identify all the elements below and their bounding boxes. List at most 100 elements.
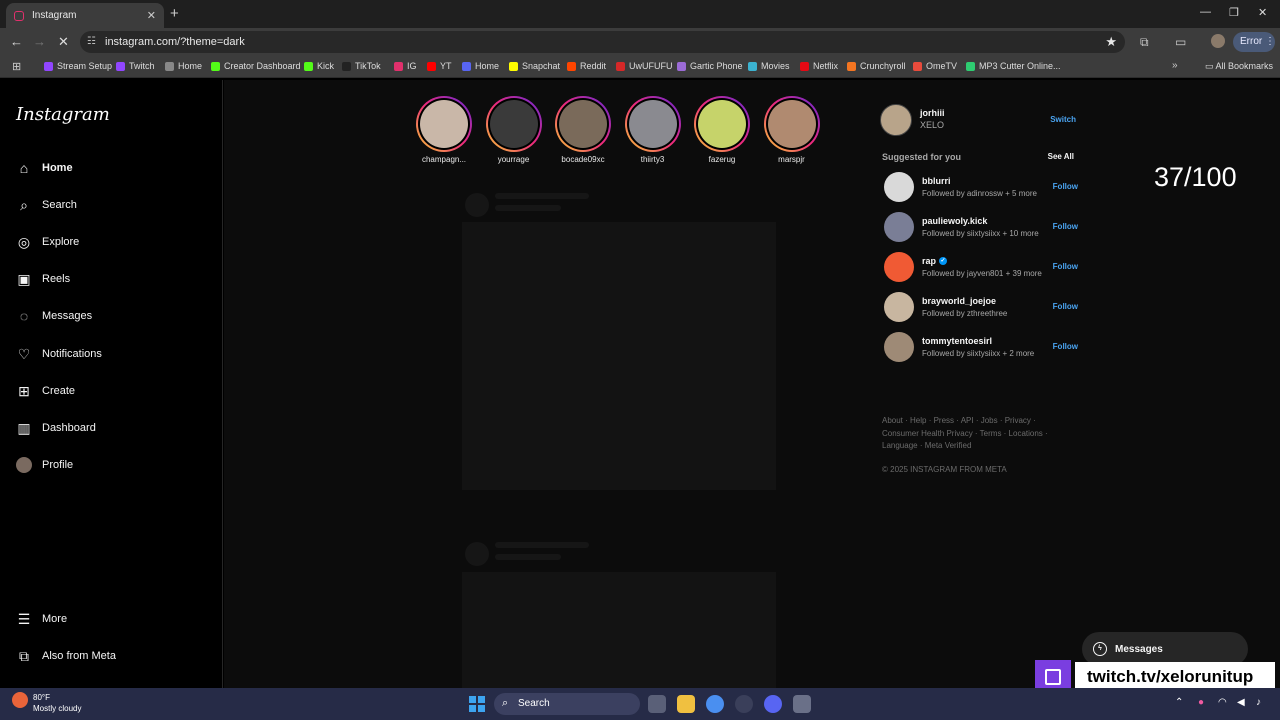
- bookmark-star-icon[interactable]: ★: [1105, 34, 1117, 50]
- bookmark-item[interactable]: IG: [394, 61, 417, 71]
- restore-icon[interactable]: ❐: [1229, 6, 1239, 19]
- bookmark-item[interactable]: Stream Setup: [44, 61, 112, 71]
- bookmark-item[interactable]: Snapchat: [509, 61, 560, 71]
- current-account-avatar[interactable]: [880, 104, 912, 136]
- microphone-icon[interactable]: ●: [1198, 697, 1204, 708]
- side-panel-icon[interactable]: ▭: [1175, 35, 1186, 49]
- suggestion-username-row[interactable]: bblurri: [922, 176, 951, 186]
- nav-also-from-meta[interactable]: ⧉ Also from Meta: [16, 648, 116, 664]
- all-bookmarks-label: All Bookmarks: [1215, 61, 1274, 71]
- bookmark-label: UwUFUFU: [629, 61, 673, 71]
- bookmark-item[interactable]: Kick: [304, 61, 334, 71]
- story-item[interactable]: fazerug: [694, 96, 750, 164]
- nav-more[interactable]: ☰ More: [16, 611, 67, 627]
- follow-button[interactable]: Follow: [1053, 222, 1078, 231]
- follow-button[interactable]: Follow: [1053, 302, 1078, 311]
- chrome-icon[interactable]: [706, 695, 724, 713]
- nav-item-profile[interactable]: Profile: [16, 457, 73, 473]
- story-item[interactable]: marspjr: [763, 96, 820, 164]
- suggestion-username-row[interactable]: rap ✓: [922, 256, 948, 266]
- all-bookmarks-button[interactable]: ▭ All Bookmarks: [1205, 61, 1273, 72]
- bookmark-favicon-icon: [342, 61, 351, 71]
- extensions-icon[interactable]: ⧉: [1140, 35, 1149, 50]
- volume-icon[interactable]: ◀: [1237, 697, 1245, 708]
- suggestion-avatar[interactable]: [884, 332, 914, 362]
- suggestion-username-row[interactable]: tommytentoesirl: [922, 336, 992, 346]
- nav-item-explore[interactable]: ◎ Explore: [16, 234, 79, 250]
- notification-bell-icon[interactable]: ♪: [1256, 697, 1261, 708]
- tray-chevron-icon[interactable]: ⌃: [1175, 697, 1183, 708]
- profile-error-button[interactable]: Error ⋮: [1233, 32, 1275, 52]
- settings-gear-icon[interactable]: [793, 695, 811, 713]
- bookmark-item[interactable]: UwUFUFU: [616, 61, 673, 71]
- back-icon[interactable]: ←: [10, 34, 23, 49]
- suggestion-username-row[interactable]: pauliewoly.kick: [922, 216, 987, 226]
- file-explorer-icon[interactable]: [677, 695, 695, 713]
- close-window-icon[interactable]: ✕: [1258, 6, 1267, 19]
- bookmark-item[interactable]: OmeTV: [913, 61, 957, 71]
- obs-icon[interactable]: [735, 695, 753, 713]
- taskbar-app-icon[interactable]: [648, 695, 666, 713]
- bookmark-item[interactable]: Movies: [748, 61, 790, 71]
- nav-item-home[interactable]: ⌂ Home: [16, 160, 73, 176]
- follow-button[interactable]: Follow: [1053, 342, 1078, 351]
- close-tab-icon[interactable]: ✕: [147, 9, 156, 22]
- browser-tab-instagram[interactable]: Instagram ✕: [6, 3, 164, 28]
- bookmark-item[interactable]: MP3 Cutter Online...: [966, 61, 1061, 71]
- bookmark-item[interactable]: Twitch: [116, 61, 155, 71]
- current-account-username[interactable]: jorhiii: [920, 108, 945, 118]
- windows-start-icon[interactable]: [469, 696, 485, 712]
- nav-item-dashboard[interactable]: ▥ Dashboard: [16, 420, 95, 436]
- discord-icon[interactable]: [764, 695, 782, 713]
- bookmark-item[interactable]: Home: [462, 61, 499, 71]
- profile-avatar: [16, 457, 32, 473]
- bookmark-item[interactable]: Reddit: [567, 61, 606, 71]
- reels-icon: ▣: [17, 270, 31, 287]
- bookmark-label: Twitch: [129, 61, 155, 71]
- stop-loading-icon[interactable]: ✕: [58, 34, 69, 50]
- follow-button[interactable]: Follow: [1053, 182, 1078, 191]
- bookmark-item[interactable]: TikTok: [342, 61, 381, 71]
- footer-links[interactable]: About · Help · Press · API · Jobs · Priv…: [882, 415, 1052, 453]
- nav-item-reels[interactable]: ▣ Reels: [16, 271, 70, 287]
- forward-icon[interactable]: →: [33, 34, 46, 49]
- minimize-icon[interactable]: —: [1200, 6, 1211, 18]
- bookmark-item[interactable]: Gartic Phone: [677, 61, 743, 71]
- suggestion-avatar[interactable]: [884, 292, 914, 322]
- suggestion-avatar[interactable]: [884, 172, 914, 202]
- new-tab-icon[interactable]: +: [170, 5, 179, 22]
- bookmark-item[interactable]: Creator Dashboard: [211, 61, 301, 71]
- story-item[interactable]: bocade09xc: [555, 96, 611, 164]
- post-skeleton-line: [495, 205, 561, 211]
- apps-grid-icon[interactable]: ⊞: [12, 60, 21, 73]
- bookmark-item[interactable]: Netflix: [800, 61, 838, 71]
- see-all-link[interactable]: See All: [1048, 152, 1074, 161]
- bookmark-item[interactable]: Crunchyroll: [847, 61, 906, 71]
- switch-account-button[interactable]: Switch: [1050, 115, 1076, 124]
- story-item[interactable]: thiirty3: [624, 96, 681, 164]
- wifi-icon[interactable]: ◠: [1218, 697, 1227, 708]
- follow-button[interactable]: Follow: [1053, 262, 1078, 271]
- bookmark-favicon-icon: [44, 61, 53, 71]
- weather-widget[interactable]: 80°F Mostly cloudy: [12, 692, 81, 714]
- suggestion-avatar[interactable]: [884, 212, 914, 242]
- instagram-logo[interactable]: Instagram: [16, 104, 110, 125]
- bookmarks-overflow-icon[interactable]: »: [1172, 60, 1178, 71]
- address-bar[interactable]: ☷ instagram.com/?theme=dark ★: [80, 31, 1125, 53]
- suggestion-username-row[interactable]: brayworld_joejoe: [922, 296, 996, 306]
- suggestion-avatar[interactable]: [884, 252, 914, 282]
- nav-item-messages[interactable]: ◌ Messages: [16, 308, 92, 324]
- nav-item-create[interactable]: ⊞ Create: [16, 383, 75, 399]
- follow-counter-overlay: 37/100: [1154, 162, 1237, 192]
- site-info-icon[interactable]: ☷: [87, 36, 96, 47]
- story-item[interactable]: champagn...: [416, 96, 472, 164]
- nav-item-notifications[interactable]: ♡ Notifications: [16, 346, 102, 362]
- bookmark-item[interactable]: YT: [427, 61, 452, 71]
- browser-profile-avatar[interactable]: [1211, 34, 1225, 48]
- taskbar-search[interactable]: ⌕ Search: [494, 693, 640, 715]
- story-avatar: [420, 100, 468, 148]
- home-icon: ⌂: [19, 160, 29, 176]
- bookmark-item[interactable]: Home: [165, 61, 202, 71]
- story-item[interactable]: yourrage: [485, 96, 542, 164]
- nav-item-search[interactable]: ⌕ Search: [16, 197, 77, 213]
